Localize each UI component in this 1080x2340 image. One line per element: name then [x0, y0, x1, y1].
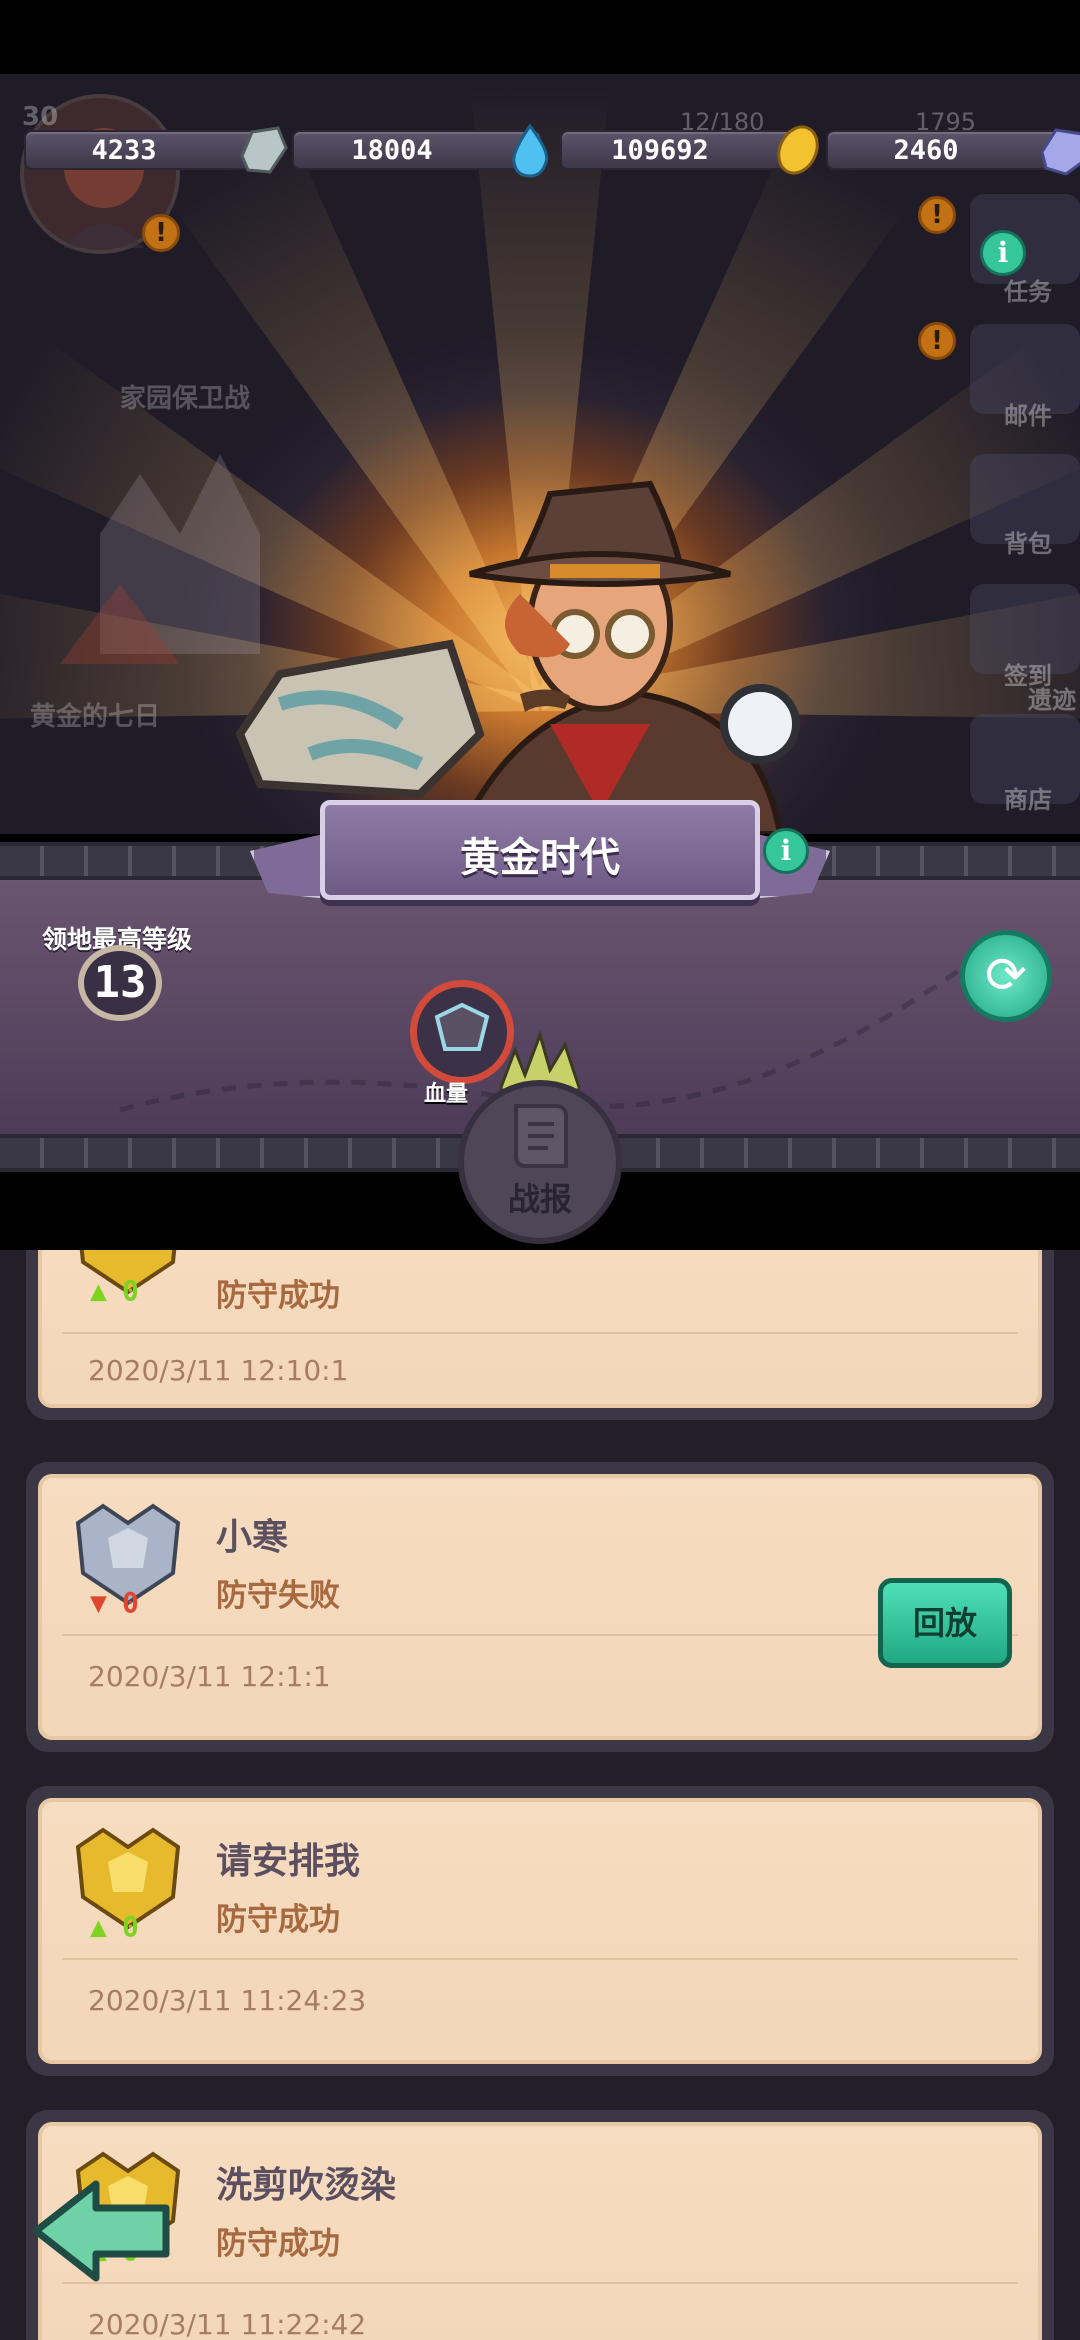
- back-arrow-icon[interactable]: [26, 2176, 176, 2286]
- territory-level-badge: 13: [78, 945, 162, 1021]
- card-divider: [62, 1332, 1018, 1334]
- crystal-resource: 2460: [826, 128, 1080, 176]
- record-result: 防守成功: [216, 1278, 340, 1314]
- list-item: ▲ 0 防守成功 2020/3/11 12:10:1: [26, 1250, 1054, 1420]
- battle-report-button[interactable]: 战报: [458, 1080, 622, 1244]
- card-body: ▲ 0 洗剪吹烫染 防守成功 2020/3/11 11:22:42: [38, 2122, 1042, 2340]
- gold-amount: 109692: [611, 135, 709, 166]
- card-divider: [62, 2282, 1018, 2284]
- detective-character-icon: [235, 480, 800, 834]
- water-drop-icon: [512, 123, 549, 178]
- card-divider: [62, 1634, 1018, 1636]
- stone-icon: [240, 126, 288, 174]
- water-amount: 18004: [351, 135, 433, 166]
- game-scene: 30 ! 12/180 1795 家园保卫战 黄金的七日 任务 i ! 邮件 !…: [0, 74, 1080, 834]
- rank-up-icon: ▲: [90, 1274, 107, 1307]
- rank-up-icon: ▲: [90, 1910, 107, 1943]
- replay-button[interactable]: 回放: [878, 1578, 1012, 1668]
- era-info-icon[interactable]: i: [763, 828, 809, 874]
- territory-level-value: 13: [93, 957, 147, 1008]
- record-time: 2020/3/11 11:22:42: [88, 2308, 367, 2340]
- stone-resource: 4233: [24, 126, 288, 174]
- record-result: 防守失败: [216, 1578, 340, 1614]
- status-bar: [0, 0, 1080, 74]
- rank-delta: 0: [122, 1910, 139, 1943]
- card-body: ▼ 0 小寒 防守失败 2020/3/11 12:1:1 回放: [38, 1474, 1042, 1740]
- quest-alert-icon: !: [918, 196, 956, 234]
- rank-down-icon: ▼: [90, 1586, 107, 1619]
- record-opponent-name: 请安排我: [216, 1841, 361, 1882]
- card-body: ▲ 0 请安排我 防守成功 2020/3/11 11:24:23: [38, 1798, 1042, 2064]
- mail-alert-icon: !: [918, 322, 956, 360]
- crystal-icon: [1040, 128, 1080, 176]
- refresh-button[interactable]: ⟳: [960, 930, 1052, 1022]
- record-time: 2020/3/11 12:1:1: [88, 1660, 331, 1693]
- era-banner: 黄金时代: [320, 800, 760, 900]
- card-divider: [62, 1958, 1018, 1960]
- list-item: ▲ 0 洗剪吹烫染 防守成功 2020/3/11 11:22:42: [26, 2110, 1054, 2340]
- side-relic-label: 遗迹: [1028, 686, 1076, 714]
- record-time: 2020/3/11 11:24:23: [88, 1984, 367, 2017]
- card-body: ▲ 0 防守成功 2020/3/11 12:10:1: [38, 1250, 1042, 1408]
- water-resource: 18004: [292, 123, 549, 178]
- record-time: 2020/3/11 12:10:1: [88, 1354, 349, 1387]
- side-mail-label: 邮件: [1004, 402, 1052, 430]
- event-home-defense[interactable]: 家园保卫战: [120, 378, 250, 415]
- player-level: 30: [22, 102, 59, 132]
- hp-label: 血量: [424, 1082, 469, 1107]
- event-gold-week[interactable]: 黄金的七日: [30, 696, 160, 733]
- era-title: 黄金时代: [460, 835, 620, 881]
- side-quest-label: 任务: [1004, 278, 1052, 306]
- side-bag-label: 背包: [1004, 530, 1052, 558]
- scroll-icon: [514, 1104, 568, 1168]
- refresh-icon: ⟳: [985, 946, 1027, 1004]
- crystal-amount: 2460: [893, 135, 959, 166]
- rank-delta: 0: [122, 1586, 139, 1619]
- stone-amount: 4233: [91, 135, 157, 166]
- list-item: ▼ 0 小寒 防守失败 2020/3/11 12:1:1 回放: [26, 1462, 1054, 1752]
- record-opponent-name: 小寒: [216, 1517, 289, 1558]
- record-result: 防守成功: [216, 2226, 340, 2262]
- gold-resource: 109692: [560, 125, 819, 175]
- hp-icon[interactable]: [410, 980, 514, 1084]
- shield-icon: [434, 1002, 490, 1051]
- alert-icon: !: [142, 214, 180, 252]
- record-opponent-name: 洗剪吹烫染: [216, 2165, 397, 2206]
- side-shop-label: 商店: [1004, 786, 1052, 814]
- gold-coin-icon: [777, 125, 819, 175]
- battle-report-label: 战报: [507, 1180, 572, 1218]
- record-result: 防守成功: [216, 1902, 340, 1938]
- rank-delta: 0: [122, 1274, 139, 1307]
- quest-info-icon[interactable]: i: [980, 230, 1026, 276]
- list-item: ▲ 0 请安排我 防守成功 2020/3/11 11:24:23: [26, 1786, 1054, 2076]
